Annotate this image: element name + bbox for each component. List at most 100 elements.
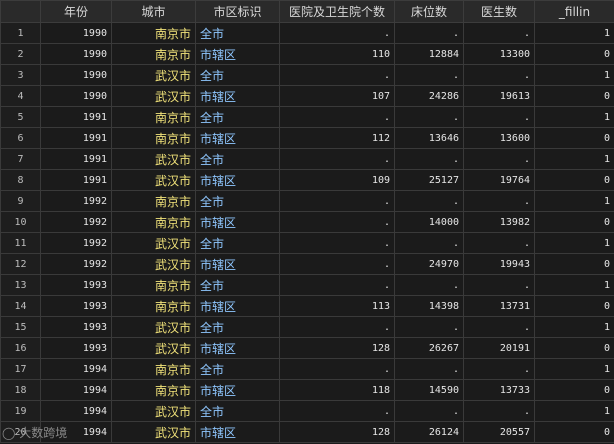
fillin-cell[interactable]: 0: [534, 127, 614, 149]
row-index-cell[interactable]: 4: [0, 85, 41, 107]
hospitals-cell[interactable]: .: [279, 316, 395, 338]
year-cell[interactable]: 1990: [40, 85, 112, 107]
hospitals-cell[interactable]: 110: [279, 43, 395, 65]
header-fillin[interactable]: _fillin: [534, 0, 614, 23]
table-row[interactable]: 1 1990 南京市 全市... 1: [0, 22, 614, 44]
year-cell[interactable]: 1991: [40, 106, 112, 128]
doctors-cell[interactable]: .: [463, 148, 535, 170]
header-area-flag[interactable]: 市区标识: [195, 0, 280, 23]
city-cell[interactable]: 南京市: [111, 379, 196, 401]
hospitals-cell[interactable]: 128: [279, 337, 395, 359]
fillin-cell[interactable]: 0: [534, 295, 614, 317]
row-index-cell[interactable]: 14: [0, 295, 41, 317]
doctors-cell[interactable]: .: [463, 316, 535, 338]
header-beds[interactable]: 床位数: [394, 0, 464, 23]
beds-cell[interactable]: 13646: [394, 127, 464, 149]
area-flag-cell[interactable]: 全市: [195, 400, 280, 422]
beds-cell[interactable]: .: [394, 148, 464, 170]
doctors-cell[interactable]: .: [463, 64, 535, 86]
table-row[interactable]: 12 1992 武汉市 市辖区. 24970 19943 0: [0, 253, 614, 275]
row-index-cell[interactable]: 8: [0, 169, 41, 191]
hospitals-cell[interactable]: 107: [279, 85, 395, 107]
table-row[interactable]: 6 1991 南京市 市辖区 112 13646 13600 0: [0, 127, 614, 149]
row-index-cell[interactable]: 3: [0, 64, 41, 86]
area-flag-cell[interactable]: 全市: [195, 64, 280, 86]
row-index-cell[interactable]: 17: [0, 358, 41, 380]
table-row[interactable]: 4 1990 武汉市 市辖区 107 24286 19613 0: [0, 85, 614, 107]
area-flag-cell[interactable]: 全市: [195, 274, 280, 296]
row-index-cell[interactable]: 12: [0, 253, 41, 275]
hospitals-cell[interactable]: .: [279, 190, 395, 212]
year-cell[interactable]: 1990: [40, 43, 112, 65]
table-row[interactable]: 10 1992 南京市 市辖区. 14000 13982 0: [0, 211, 614, 233]
area-flag-cell[interactable]: 全市: [195, 232, 280, 254]
table-row[interactable]: 18 1994 南京市 市辖区 118 14590 13733 0: [0, 379, 614, 401]
table-row[interactable]: 8 1991 武汉市 市辖区 109 25127 19764 0: [0, 169, 614, 191]
year-cell[interactable]: 1993: [40, 295, 112, 317]
header-index[interactable]: [0, 0, 41, 23]
beds-cell[interactable]: .: [394, 358, 464, 380]
beds-cell[interactable]: 14000: [394, 211, 464, 233]
doctors-cell[interactable]: 20557: [463, 421, 535, 443]
fillin-cell[interactable]: 0: [534, 379, 614, 401]
area-flag-cell[interactable]: 全市: [195, 316, 280, 338]
city-cell[interactable]: 武汉市: [111, 148, 196, 170]
doctors-cell[interactable]: .: [463, 274, 535, 296]
fillin-cell[interactable]: 1: [534, 274, 614, 296]
beds-cell[interactable]: 25127: [394, 169, 464, 191]
fillin-cell[interactable]: 0: [534, 43, 614, 65]
hospitals-cell[interactable]: 113: [279, 295, 395, 317]
doctors-cell[interactable]: .: [463, 232, 535, 254]
hospitals-cell[interactable]: .: [279, 253, 395, 275]
table-row[interactable]: 7 1991 武汉市 全市... 1: [0, 148, 614, 170]
row-index-cell[interactable]: 16: [0, 337, 41, 359]
header-city[interactable]: 城市: [111, 0, 196, 23]
fillin-cell[interactable]: 1: [534, 106, 614, 128]
header-year[interactable]: 年份: [40, 0, 112, 23]
hospitals-cell[interactable]: .: [279, 232, 395, 254]
fillin-cell[interactable]: 0: [534, 253, 614, 275]
hospitals-cell[interactable]: .: [279, 211, 395, 233]
hospitals-cell[interactable]: .: [279, 148, 395, 170]
row-index-cell[interactable]: 19: [0, 400, 41, 422]
row-index-cell[interactable]: 6: [0, 127, 41, 149]
beds-cell[interactable]: .: [394, 400, 464, 422]
row-index-cell[interactable]: 9: [0, 190, 41, 212]
year-cell[interactable]: 1993: [40, 337, 112, 359]
area-flag-cell[interactable]: 全市: [195, 106, 280, 128]
beds-cell[interactable]: 14590: [394, 379, 464, 401]
row-index-cell[interactable]: 15: [0, 316, 41, 338]
city-cell[interactable]: 武汉市: [111, 400, 196, 422]
year-cell[interactable]: 1991: [40, 127, 112, 149]
row-index-cell[interactable]: 1: [0, 22, 41, 44]
year-cell[interactable]: 1992: [40, 253, 112, 275]
fillin-cell[interactable]: 0: [534, 211, 614, 233]
fillin-cell[interactable]: 0: [534, 85, 614, 107]
row-index-cell[interactable]: 7: [0, 148, 41, 170]
year-cell[interactable]: 1992: [40, 211, 112, 233]
table-row[interactable]: 11 1992 武汉市 全市... 1: [0, 232, 614, 254]
table-row[interactable]: 13 1993 南京市 全市... 1: [0, 274, 614, 296]
hospitals-cell[interactable]: .: [279, 106, 395, 128]
table-row[interactable]: 20 1994 武汉市 市辖区 128 26124 20557 0: [0, 421, 614, 443]
doctors-cell[interactable]: 19764: [463, 169, 535, 191]
doctors-cell[interactable]: .: [463, 400, 535, 422]
year-cell[interactable]: 1992: [40, 232, 112, 254]
beds-cell[interactable]: 24970: [394, 253, 464, 275]
hospitals-cell[interactable]: 128: [279, 421, 395, 443]
beds-cell[interactable]: .: [394, 22, 464, 44]
area-flag-cell[interactable]: 市辖区: [195, 211, 280, 233]
year-cell[interactable]: 1994: [40, 400, 112, 422]
table-row[interactable]: 3 1990 武汉市 全市... 1: [0, 64, 614, 86]
doctors-cell[interactable]: 19943: [463, 253, 535, 275]
hospitals-cell[interactable]: .: [279, 64, 395, 86]
hospitals-cell[interactable]: .: [279, 358, 395, 380]
row-index-cell[interactable]: 10: [0, 211, 41, 233]
table-row[interactable]: 16 1993 武汉市 市辖区 128 26267 20191 0: [0, 337, 614, 359]
doctors-cell[interactable]: 13600: [463, 127, 535, 149]
year-cell[interactable]: 1990: [40, 22, 112, 44]
area-flag-cell[interactable]: 市辖区: [195, 127, 280, 149]
doctors-cell[interactable]: .: [463, 22, 535, 44]
beds-cell[interactable]: 26267: [394, 337, 464, 359]
hospitals-cell[interactable]: .: [279, 22, 395, 44]
